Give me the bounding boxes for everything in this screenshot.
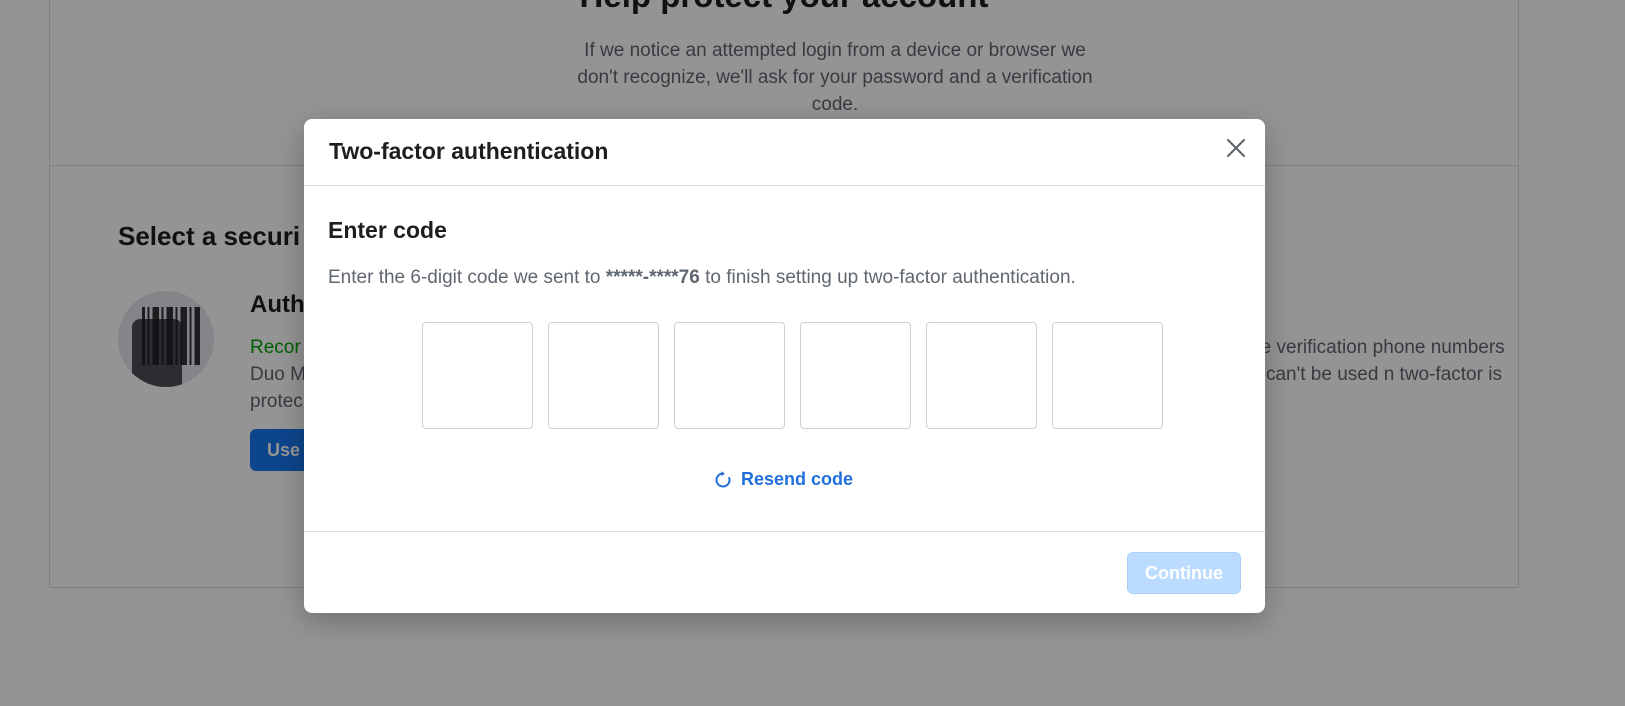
dialog-header: Two-factor authentication [304, 119, 1265, 186]
two-factor-dialog: Two-factor authentication Enter code Ent… [304, 119, 1265, 613]
code-digit-2[interactable] [548, 322, 659, 429]
resend-code-label: Resend code [741, 469, 854, 489]
code-instructions: Enter the 6-digit code we sent to *****-… [328, 267, 1076, 289]
refresh-icon [715, 470, 731, 487]
continue-button[interactable]: Continue [1127, 552, 1241, 594]
dialog-footer: Continue [304, 531, 1265, 613]
code-input-group [422, 322, 1163, 429]
dialog-title: Two-factor authentication [329, 138, 609, 164]
code-digit-4[interactable] [800, 322, 911, 429]
code-digit-3[interactable] [674, 322, 785, 429]
dialog-body: Enter code Enter the 6-digit code we sen… [304, 186, 1265, 531]
code-digit-5[interactable] [926, 322, 1037, 429]
close-icon [1226, 138, 1246, 158]
enter-code-heading: Enter code [328, 217, 447, 243]
code-digit-6[interactable] [1052, 322, 1163, 429]
masked-phone-number: *****-****76 [605, 267, 700, 288]
instructions-prefix: Enter the 6-digit code we sent to [328, 267, 606, 288]
close-button[interactable] [1221, 133, 1251, 163]
code-digit-1[interactable] [422, 322, 533, 429]
instructions-suffix: to finish setting up two-factor authenti… [699, 267, 1076, 288]
resend-code-link[interactable]: Resend code [713, 469, 853, 490]
